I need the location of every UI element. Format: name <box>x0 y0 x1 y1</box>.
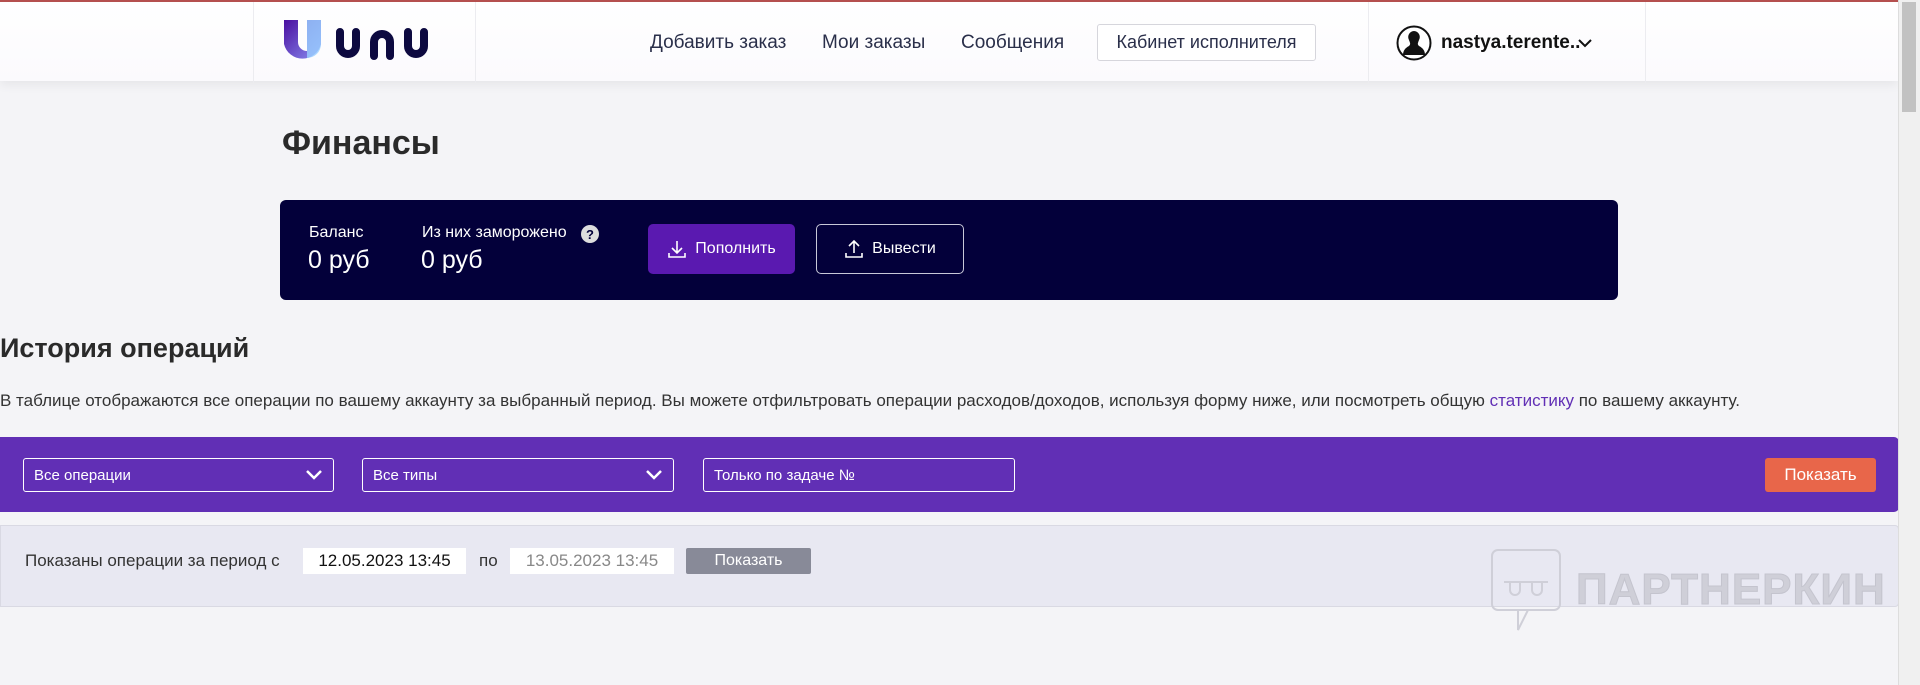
chevron-down-icon[interactable] <box>1577 37 1593 49</box>
desc-text: по вашему аккаунту. <box>1574 391 1740 410</box>
download-icon <box>668 241 687 258</box>
operations-select[interactable]: Все операции <box>23 458 334 492</box>
watermark-text: ПАРТНЕРКИН <box>1576 565 1886 615</box>
statistics-link[interactable]: статистику <box>1490 391 1574 410</box>
chevron-down-icon <box>646 470 662 480</box>
balance-label: Баланс <box>309 224 364 241</box>
upload-icon <box>845 239 863 258</box>
avatar-icon[interactable] <box>1396 25 1432 61</box>
divider <box>1368 2 1369 83</box>
desc-text: В таблице отображаются все операции по в… <box>0 391 1490 410</box>
date-from-input[interactable]: 12.05.2023 13:45 <box>303 548 466 574</box>
top-header: Добавить заказ Мои заказы Сообщения Каби… <box>0 0 1898 83</box>
period-label: Показаны операции за период с <box>25 551 280 570</box>
help-icon[interactable]: ? <box>581 225 599 243</box>
show-button[interactable]: Показать <box>1765 458 1876 492</box>
logo-icon <box>284 20 428 60</box>
withdraw-label: Вывести <box>872 240 936 257</box>
task-number-input[interactable]: Только по задаче № <box>703 458 1015 492</box>
withdraw-button[interactable]: Вывести <box>816 224 964 274</box>
frozen-label: Из них заморожено <box>422 224 567 241</box>
nav-my-orders[interactable]: Мои заказы <box>822 32 925 54</box>
select-value: Все операции <box>34 466 131 484</box>
divider <box>475 2 476 83</box>
page-title: Финансы <box>282 124 440 162</box>
scrollbar-thumb[interactable] <box>1902 2 1916 112</box>
deposit-button[interactable]: Пополнить <box>648 224 795 274</box>
frozen-value: 0 руб <box>421 246 483 274</box>
nav-messages[interactable]: Сообщения <box>961 32 1064 54</box>
types-select[interactable]: Все типы <box>362 458 674 492</box>
select-value: Все типы <box>373 466 438 484</box>
user-name[interactable]: nastya.terente.. <box>1441 32 1580 54</box>
date-to-input[interactable]: 13.05.2023 13:45 <box>510 548 674 574</box>
chevron-down-icon <box>306 470 322 480</box>
watermark: ПАРТНЕРКИН <box>1490 548 1886 632</box>
executor-cabinet-button[interactable]: Кабинет исполнителя <box>1097 24 1316 61</box>
balance-panel: Баланс 0 руб Из них заморожено ? 0 руб П… <box>280 200 1618 300</box>
history-description: В таблице отображаются все операции по в… <box>0 391 1740 411</box>
input-placeholder: Только по задаче № <box>714 466 855 484</box>
deposit-label: Пополнить <box>695 240 776 257</box>
divider <box>253 2 254 83</box>
divider <box>1645 2 1646 83</box>
filter-bar: Все операции Все типы Только по задаче №… <box>0 437 1899 512</box>
period-show-button[interactable]: Показать <box>686 548 811 574</box>
balance-value: 0 руб <box>308 246 370 274</box>
watermark-logo-icon <box>1491 549 1561 631</box>
to-label: по <box>479 551 498 570</box>
nav-add-order[interactable]: Добавить заказ <box>650 32 786 54</box>
history-title: История операций <box>0 333 250 363</box>
logo[interactable] <box>282 18 452 69</box>
